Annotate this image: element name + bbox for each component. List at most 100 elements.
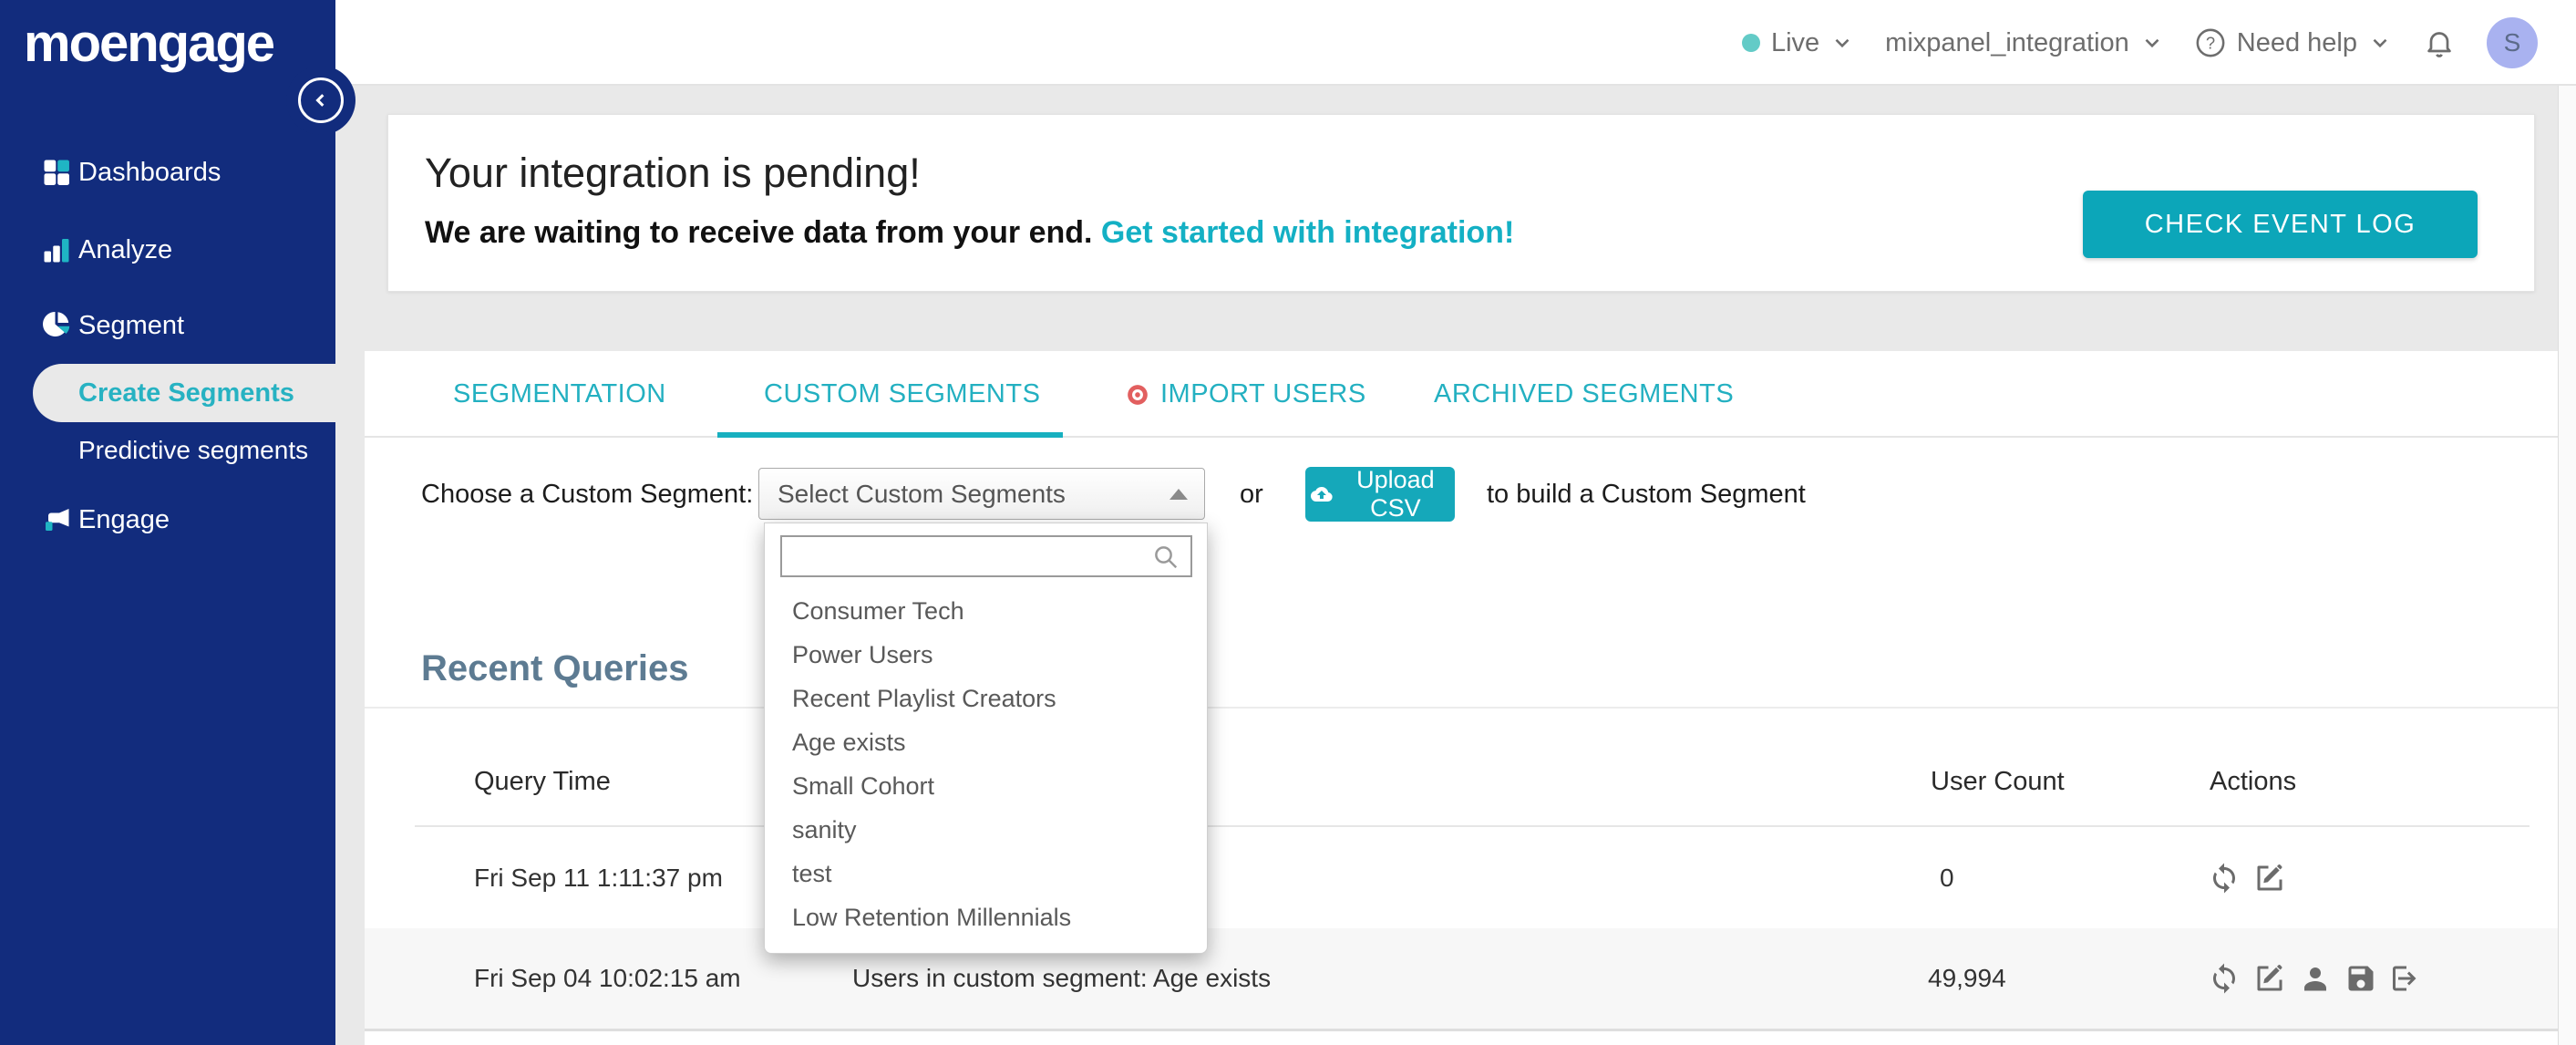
get-started-link[interactable]: Get started with integration!: [1101, 215, 1514, 250]
chevron-down-icon: [2373, 38, 2387, 48]
project-dropdown[interactable]: mixpanel_integration: [1885, 28, 2164, 58]
choose-segment-label: Choose a Custom Segment:: [421, 480, 754, 509]
banner-subtitle: We are waiting to receive data from your…: [425, 215, 1514, 251]
moengage-logo: moengage: [24, 14, 275, 73]
table-row: Fri Sep 04 10:02:15 am Users in custom s…: [365, 928, 2558, 1029]
segments-panel: SEGMENTATION CUSTOM SEGMENTS IMPORT USER…: [365, 351, 2558, 1045]
tab-import-users[interactable]: IMPORT USERS: [1126, 351, 1366, 438]
query-time-cell: Fri Sep 04 10:02:15 am: [474, 964, 741, 992]
sidebar-item-create-segments[interactable]: Create Segments: [33, 364, 335, 422]
tab-label: SEGMENTATION: [453, 379, 666, 409]
project-name: mixpanel_integration: [1885, 27, 2129, 57]
need-help-label: Need help: [2236, 27, 2357, 57]
edit-icon[interactable]: [2253, 962, 2286, 995]
query-cell: Users in custom segment: Age exists: [852, 964, 1272, 992]
segment-option[interactable]: sanity: [765, 808, 1207, 852]
sidebar-item-label: Predictive segments: [78, 436, 309, 464]
topbar-right: Live mixpanel_integration ? Need help S: [1741, 0, 2538, 86]
notifications-button[interactable]: [2423, 26, 2456, 59]
chevron-left-icon: [315, 94, 325, 107]
live-status-dot: [1741, 34, 1760, 52]
moengage-app: Live mixpanel_integration ? Need help S …: [0, 0, 2576, 1045]
segment-pie-icon: [40, 309, 73, 342]
search-icon: [1155, 546, 1178, 569]
sidebar-item-label: Analyze: [78, 234, 173, 264]
custom-segment-select[interactable]: Select Custom Segments: [758, 468, 1205, 520]
user-icon[interactable]: [2299, 962, 2332, 995]
engage-megaphone-icon: [40, 503, 73, 536]
user-count-cell: 49,994: [1928, 964, 2006, 992]
need-help-dropdown[interactable]: ? Need help: [2195, 27, 2392, 58]
avatar[interactable]: S: [2487, 17, 2538, 68]
column-header-actions: Actions: [2210, 767, 2297, 796]
or-text: or: [1240, 480, 1263, 509]
row-actions: [2208, 962, 2423, 995]
segment-option[interactable]: Recent Playlist Creators: [765, 677, 1207, 720]
upload-csv-button[interactable]: Upload CSV: [1305, 466, 1455, 522]
sidebar-item-analyze[interactable]: Analyze: [0, 222, 335, 278]
tab-label: CUSTOM SEGMENTS: [764, 379, 1041, 409]
integration-banner: Your integration is pending! We are wait…: [387, 114, 2535, 292]
build-segment-text: to build a Custom Segment: [1487, 480, 1806, 509]
tab-archived-segments[interactable]: ARCHIVED SEGMENTS: [1434, 351, 1734, 438]
refresh-icon[interactable]: [2208, 862, 2241, 895]
recent-queries-title: Recent Queries: [421, 648, 689, 688]
divider: [365, 1029, 2558, 1031]
analyze-bars-icon: [40, 233, 73, 266]
edit-icon[interactable]: [2253, 862, 2286, 895]
upload-csv-label: Upload CSV: [1356, 466, 1435, 522]
segment-option[interactable]: Power Users: [765, 633, 1207, 677]
bell-icon: [2427, 32, 2451, 57]
caret-up-icon: [1170, 488, 1188, 500]
save-icon[interactable]: [2344, 962, 2377, 995]
sidebar-item-label: Engage: [78, 504, 170, 534]
segment-option[interactable]: Small Cohort: [765, 764, 1207, 808]
sidebar-item-label: Create Segments: [78, 378, 294, 408]
sidebar-item-predictive-segments[interactable]: Predictive segments: [78, 427, 335, 474]
user-count-cell: 0: [1940, 863, 1954, 892]
environment-label: Live: [1770, 27, 1820, 57]
topbar: Live mixpanel_integration ? Need help S: [335, 0, 2576, 86]
cloud-upload-icon: [1311, 487, 1333, 502]
record-dot-icon: [1128, 384, 1148, 405]
dashboards-grid-icon: [40, 156, 73, 189]
help-circle-icon: ?: [2196, 28, 2225, 57]
tab-label: ARCHIVED SEGMENTS: [1434, 379, 1735, 409]
segment-options-list: Consumer Tech Power Users Recent Playlis…: [765, 589, 1207, 939]
column-header-query-time: Query Time: [474, 767, 611, 796]
query-time-cell: Fri Sep 11 1:11:37 pm: [474, 863, 723, 892]
tabs-bar: SEGMENTATION CUSTOM SEGMENTS IMPORT USER…: [365, 351, 2558, 438]
avatar-initial: S: [2503, 28, 2521, 57]
banner-subtitle-text: We are waiting to receive data from your…: [425, 215, 1093, 250]
sidebar-item-segment[interactable]: Segment: [0, 297, 335, 354]
segment-option[interactable]: Age exists: [765, 720, 1207, 764]
segment-option[interactable]: test: [765, 852, 1207, 895]
sidebar: moengage Dashboards Analyze Segment Crea…: [0, 0, 355, 1045]
segment-option[interactable]: Consumer Tech: [765, 589, 1207, 633]
sidebar-item-dashboards[interactable]: Dashboards: [0, 144, 335, 201]
refresh-icon[interactable]: [2208, 962, 2241, 995]
tab-segmentation[interactable]: SEGMENTATION: [453, 351, 666, 438]
tab-label: IMPORT USERS: [1160, 379, 1366, 409]
banner-title: Your integration is pending!: [425, 150, 921, 196]
scrollbar-track[interactable]: [2558, 86, 2576, 1045]
chevron-down-icon: [2145, 38, 2159, 48]
segment-option[interactable]: Low Retention Millennials: [765, 895, 1207, 939]
sidebar-item-label: Dashboards: [78, 157, 222, 187]
select-value: Select Custom Segments: [778, 479, 1066, 508]
row-actions: [2208, 862, 2286, 895]
sidebar-item-label: Segment: [78, 310, 185, 340]
sidebar-collapse-button[interactable]: [298, 78, 344, 123]
segment-search-input[interactable]: [780, 535, 1192, 577]
custom-segment-dropdown: Consumer Tech Power Users Recent Playlis…: [764, 522, 1208, 954]
export-icon[interactable]: [2390, 962, 2423, 995]
column-header-user-count: User Count: [1931, 767, 2065, 796]
environment-dropdown[interactable]: Live: [1741, 27, 1854, 58]
active-tab-underline: [717, 432, 1063, 438]
sidebar-item-engage[interactable]: Engage: [0, 491, 335, 548]
svg-text:?: ?: [2206, 33, 2215, 52]
chevron-down-icon: [1835, 38, 1850, 48]
divider: [365, 707, 2558, 709]
check-event-log-button[interactable]: CHECK EVENT LOG: [2083, 191, 2478, 258]
tab-custom-segments[interactable]: CUSTOM SEGMENTS: [764, 351, 1040, 438]
